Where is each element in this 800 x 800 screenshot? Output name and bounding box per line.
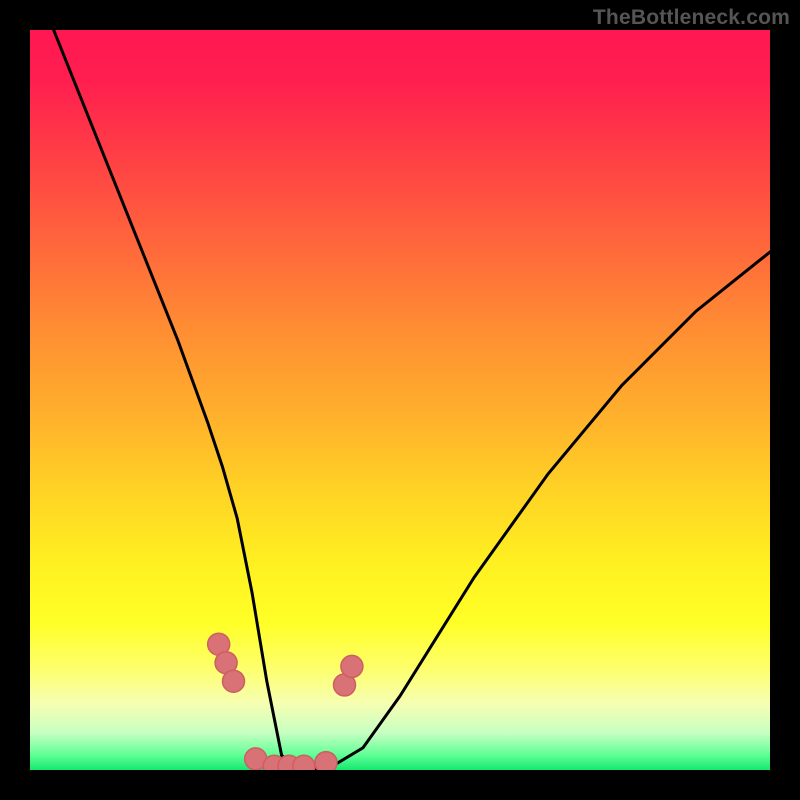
highlight-marker xyxy=(315,752,337,770)
curve-layer xyxy=(30,30,770,770)
highlight-marker xyxy=(293,755,315,770)
highlight-marker xyxy=(223,670,245,692)
chart-frame: TheBottleneck.com xyxy=(0,0,800,800)
bottleneck-curve-path xyxy=(30,30,770,770)
watermark-text: TheBottleneck.com xyxy=(593,6,790,30)
highlight-marker xyxy=(341,655,363,677)
bottleneck-curve xyxy=(30,30,770,770)
highlight-markers xyxy=(208,633,363,770)
plot-area xyxy=(30,30,770,770)
